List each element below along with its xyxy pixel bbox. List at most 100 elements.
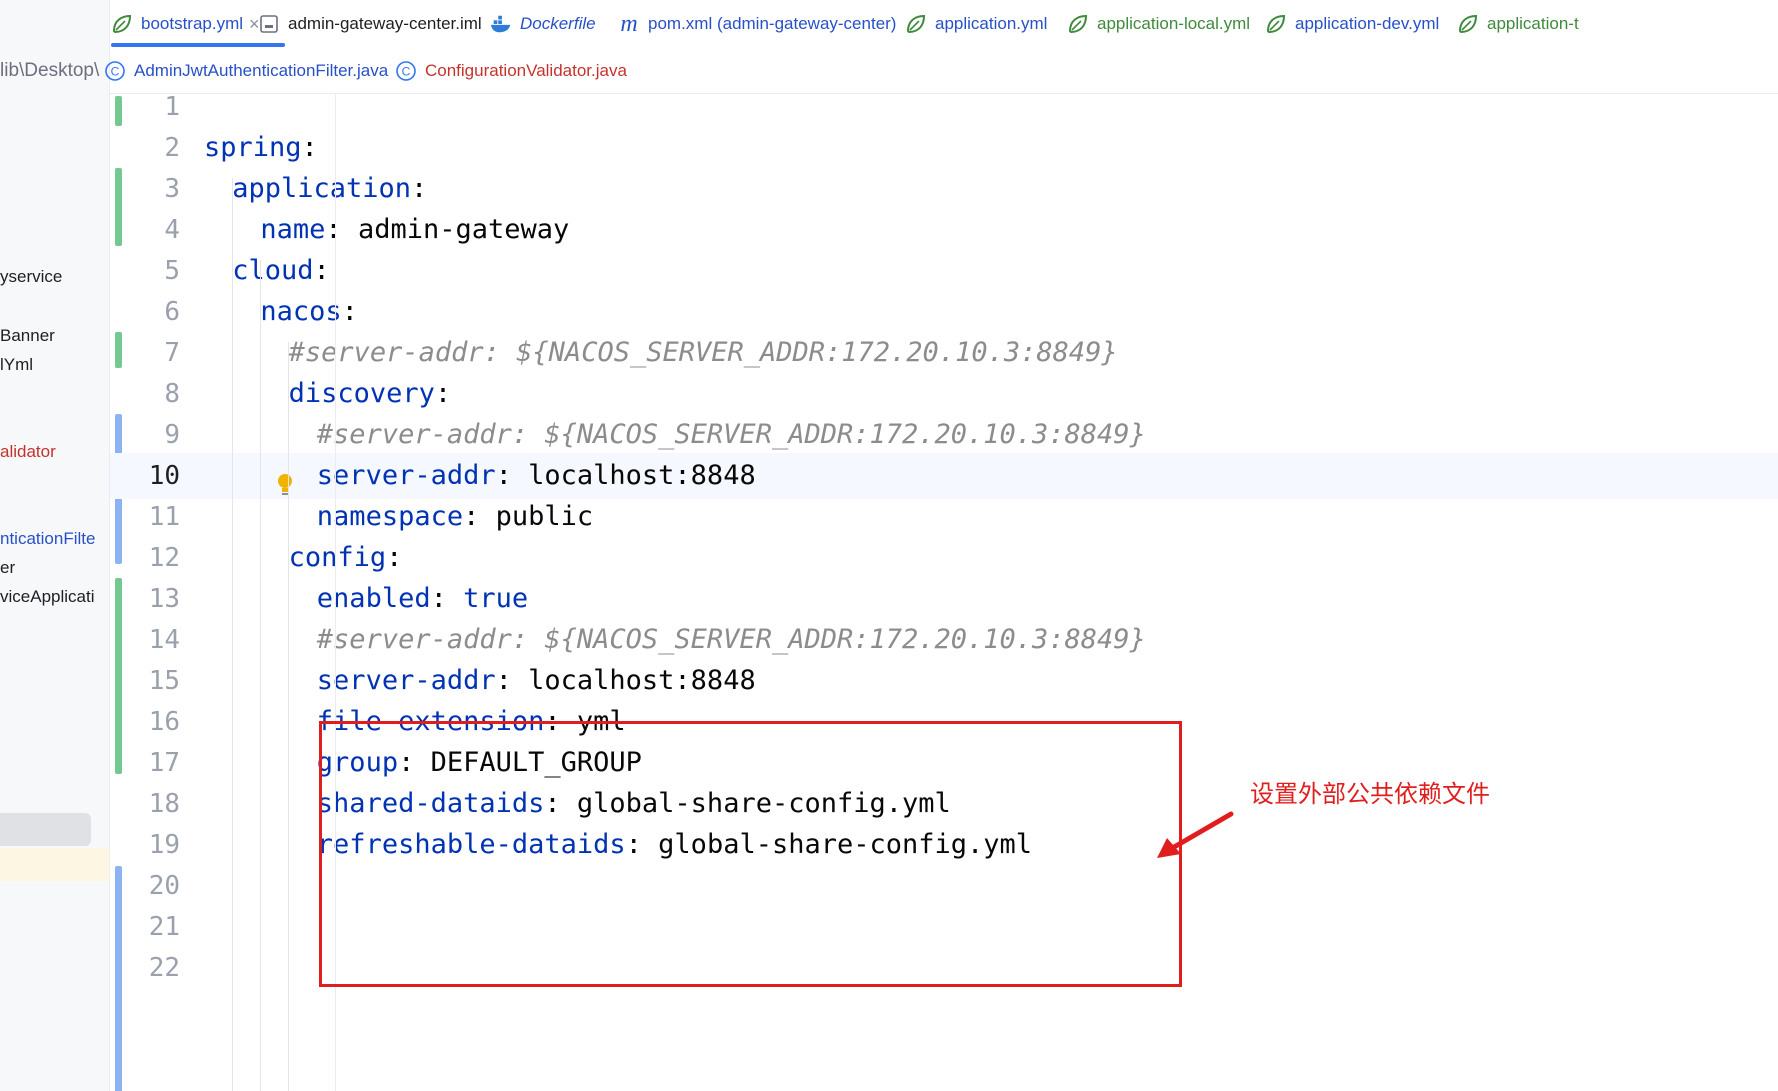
tab-application-t[interactable]: application-t [1457,0,1579,48]
yaml-key: server-addr [316,665,496,696]
tab-label: application-local.yml [1097,14,1251,33]
code-text[interactable]: namespace: public [317,494,593,540]
active-tab-indicator [111,43,285,47]
line-number[interactable]: 10 [122,453,180,499]
line-number[interactable]: 16 [122,699,180,745]
code-text[interactable]: config: [289,535,419,581]
code-text[interactable]: name: admin-gateway [260,207,569,253]
line-number[interactable]: 20 [122,863,180,909]
code-line[interactable]: 5 cloud: [110,248,1778,294]
tree-item[interactable]: alidator [0,438,109,466]
line-number[interactable]: 5 [122,248,180,294]
code-line[interactable]: 11 namespace: public [110,494,1778,540]
tree-item[interactable]: viceApplicati [0,583,109,611]
java-class-icon: C [395,60,417,82]
spring-leaf-icon [905,13,927,35]
code-line[interactable]: 6 nacos: [110,289,1778,335]
code-line[interactable]: 12 config: [110,535,1778,581]
yaml-key: application [232,173,411,204]
code-text[interactable]: server-addr: localhost:8848 [317,453,756,499]
tree-item[interactable]: Banner [0,322,109,350]
yaml-key: config [288,542,387,573]
yaml-key: discovery [288,378,435,409]
code-text[interactable]: spring: [204,125,334,171]
yaml-comment: #server-addr: ${NACOS_SERVER_ADDR:172.20… [288,337,1118,368]
tab-application-local-yml[interactable]: application-local.yml [1067,0,1250,48]
tab-pom-xml-admin-gateway-center[interactable]: m pom.xml (admin-gateway-center) [618,0,896,48]
yaml-value: true [463,583,529,614]
code-text[interactable]: #server-addr: ${NACOS_SERVER_ADDR:172.20… [317,412,1146,458]
yaml-value: admin-gateway [357,214,570,245]
line-number[interactable]: 15 [122,658,180,704]
tab-application-yml[interactable]: application.yml [905,0,1047,48]
tree-selected-row[interactable] [0,813,91,846]
tree-item[interactable]: lYml [0,351,109,379]
yaml-key: spring [204,132,302,163]
tab-adminjwtauthenticationfilter-java[interactable]: C AdminJwtAuthenticationFilter.java [104,48,388,94]
code-line[interactable]: 13 enabled: true [110,576,1778,622]
code-line[interactable]: 3 application: [110,166,1778,212]
code-line[interactable]: 2 spring: [110,125,1778,171]
line-number[interactable]: 17 [122,740,180,786]
tab-bootstrap-yml[interactable]: bootstrap.yml × [111,0,260,48]
code-text[interactable]: enabled: true [317,576,528,622]
tab-dockerfile[interactable]: Dockerfile [490,0,596,48]
line-number[interactable]: 11 [122,494,180,540]
code-line[interactable]: 8 discovery: [110,371,1778,417]
code-line[interactable]: 10 server-addr: localhost:8848 [110,453,1778,499]
tree-item[interactable]: er [0,554,109,582]
tab-application-dev-yml[interactable]: application-dev.yml [1265,0,1439,48]
yaml-key: nacos [260,296,342,327]
yaml-key: name [260,214,326,245]
code-line[interactable]: 9 #server-addr: ${NACOS_SERVER_ADDR:172.2… [110,412,1778,458]
code-text[interactable]: nacos: [260,289,374,335]
tab-configurationvalidator-java[interactable]: C ConfigurationValidator.java [395,48,627,94]
docker-icon [490,13,512,35]
yaml-value: localhost:8848 [528,460,756,491]
tab-label: Dockerfile [520,14,596,33]
line-number[interactable]: 9 [122,412,180,458]
code-text[interactable]: #server-addr: ${NACOS_SERVER_ADDR:172.20… [289,330,1118,376]
yaml-value: localhost:8848 [528,665,756,696]
line-number[interactable]: 21 [122,904,180,950]
tree-item[interactable]: yservice [0,263,109,291]
line-number[interactable]: 7 [122,330,180,376]
line-number[interactable]: 22 [122,945,180,991]
lightbulb-intention-icon[interactable] [274,472,296,500]
code-text[interactable]: discovery: [289,371,468,417]
line-number[interactable]: 2 [122,125,180,171]
tab-label: application-t [1487,14,1579,33]
code-line[interactable]: 14 #server-addr: ${NACOS_SERVER_ADDR:172.… [110,617,1778,663]
annotation-label: 设置外部公共依赖文件 [1250,780,1490,808]
java-class-icon: C [104,60,126,82]
line-number[interactable]: 12 [122,535,180,581]
line-number[interactable]: 3 [122,166,180,212]
code-line[interactable]: 15 server-addr: localhost:8848 [110,658,1778,704]
line-number[interactable]: 13 [122,576,180,622]
annotation-arrow-icon [1157,811,1234,858]
code-text[interactable]: application: [232,166,443,212]
line-number[interactable]: 14 [122,617,180,663]
yaml-key: enabled [316,583,431,614]
line-number[interactable]: 6 [122,289,180,335]
tree-item[interactable]: nticationFilte [0,525,109,553]
tab-label: AdminJwtAuthenticationFilter.java [134,61,389,80]
code-text[interactable]: server-addr: localhost:8848 [317,658,756,704]
project-root-path: lib\Desktop\ [0,60,100,81]
project-tree-panel[interactable]: lib\Desktop\ yservice Banner lYml alidator n… [0,0,110,1091]
code-text[interactable]: #server-addr: ${NACOS_SERVER_ADDR:172.20… [317,617,1146,663]
indent-guide [260,260,261,1091]
line-number[interactable]: 4 [122,207,180,253]
yaml-comment: #server-addr: ${NACOS_SERVER_ADDR:172.20… [316,624,1146,655]
yaml-value: public [495,501,594,532]
line-number[interactable]: 19 [122,822,180,868]
code-line[interactable]: 4 name: admin-gateway [110,207,1778,253]
module-file-icon [258,13,280,35]
line-number[interactable]: 18 [122,781,180,827]
tab-admin-gateway-center-iml[interactable]: admin-gateway-center.iml [258,0,482,48]
svg-text:C: C [402,65,411,79]
code-line[interactable]: 7 #server-addr: ${NACOS_SERVER_ADDR:172.2… [110,330,1778,376]
code-text[interactable]: cloud: [232,248,346,294]
yaml-key: namespace [316,501,464,532]
line-number[interactable]: 8 [122,371,180,417]
